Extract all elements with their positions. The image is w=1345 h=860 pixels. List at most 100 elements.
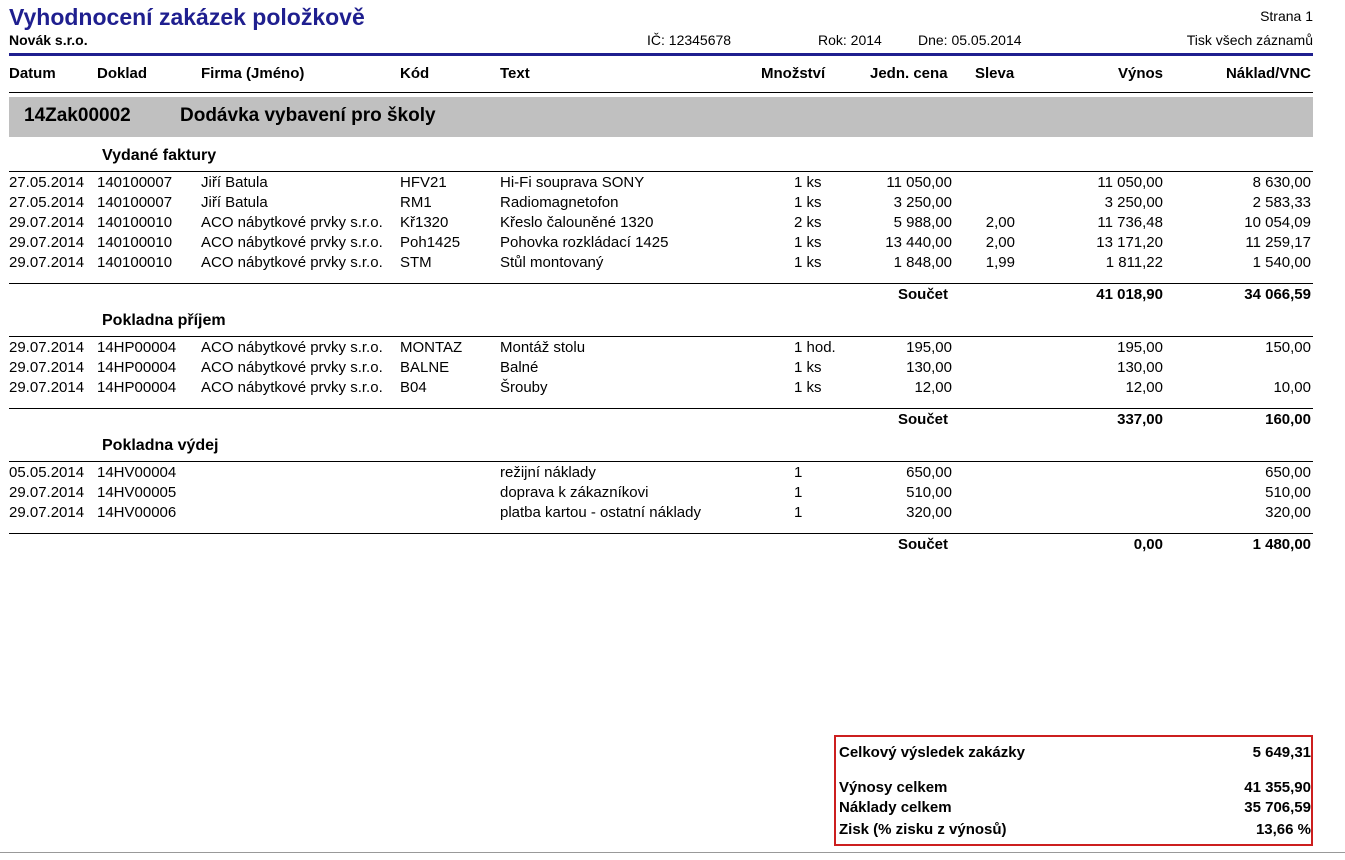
company-ic: IČ: 12345678 <box>647 32 732 48</box>
cell-kod: Poh1425 <box>400 234 461 251</box>
cell-mnozstvi: 1 <box>794 484 803 501</box>
cell-naklad: 150,00 <box>1265 339 1311 356</box>
cell-jedn-cena: 650,00 <box>906 464 952 481</box>
page-bottom-divider <box>0 852 1345 853</box>
cell-naklad: 650,00 <box>1265 464 1311 481</box>
cell-kod: STM <box>400 254 432 271</box>
cell-vynos: 12,00 <box>1125 379 1163 396</box>
page-number: Strana 1 <box>1260 8 1313 24</box>
cell-jedn-cena: 130,00 <box>906 359 952 376</box>
cell-firma: ACO nábytkové prvky s.r.o. <box>201 234 383 251</box>
report-year: Rok: 2014 <box>818 32 882 48</box>
col-firma: Firma (Jméno) <box>201 65 305 82</box>
cell-kod: HFV21 <box>400 174 447 191</box>
cell-datum: 29.07.2014 <box>9 484 85 501</box>
cell-text: Křeslo čalouněné 1320 <box>500 214 654 231</box>
col-jedn-cena: Jedn. cena <box>870 65 948 82</box>
cell-doklad: 14HP00004 <box>97 379 177 396</box>
cell-kod: RM1 <box>400 194 432 211</box>
cell-kod: BALNE <box>400 359 450 376</box>
summary-profit-value: 13,66 % <box>1255 821 1311 838</box>
cell-naklad: 8 630,00 <box>1252 174 1311 191</box>
col-kod: Kód <box>400 65 430 82</box>
cell-mnozstvi: 1 ks <box>794 379 822 396</box>
cell-jedn-cena: 11 050,00 <box>886 174 952 191</box>
section-title: Pokladna příjem <box>102 312 226 329</box>
summary-costs-label: Náklady celkem <box>839 799 952 816</box>
cell-kod: B04 <box>400 379 427 396</box>
col-text: Text <box>500 65 530 82</box>
section-bottom-divider <box>9 283 1313 284</box>
cell-datum: 27.05.2014 <box>9 174 85 191</box>
report-title: Vyhodnocení zakázek položkově <box>9 4 365 30</box>
header-divider <box>9 53 1313 56</box>
cell-firma: ACO nábytkové prvky s.r.o. <box>201 379 383 396</box>
cell-text: režijní náklady <box>500 464 596 481</box>
col-sleva: Sleva <box>975 65 1015 82</box>
cell-firma: ACO nábytkové prvky s.r.o. <box>201 254 383 271</box>
cell-jedn-cena: 510,00 <box>906 484 952 501</box>
section-top-divider <box>9 171 1313 172</box>
section-total-naklad: 1 480,00 <box>1252 536 1311 553</box>
cell-doklad: 14HP00004 <box>97 359 177 376</box>
cell-jedn-cena: 1 848,00 <box>893 254 952 271</box>
cell-mnozstvi: 1 ks <box>794 194 822 211</box>
report-date: Dne: 05.05.2014 <box>918 32 1022 48</box>
order-code: 14Zak00002 <box>24 105 131 126</box>
cell-vynos: 195,00 <box>1117 339 1163 356</box>
col-naklad: Náklad/VNC <box>1225 65 1311 82</box>
cell-vynos: 13 171,20 <box>1096 234 1163 251</box>
cell-naklad: 2 583,33 <box>1252 194 1311 211</box>
cell-text: Hi-Fi souprava SONY <box>500 174 645 191</box>
cell-mnozstvi: 1 hod. <box>794 339 836 356</box>
cell-firma: ACO nábytkové prvky s.r.o. <box>201 339 383 356</box>
cell-naklad: 10,00 <box>1273 379 1311 396</box>
cell-mnozstvi: 1 <box>794 504 803 521</box>
cell-text: Radiomagnetofon <box>500 194 619 211</box>
cell-doklad: 140100010 <box>97 254 173 271</box>
col-datum: Datum <box>9 65 56 82</box>
order-name: Dodávka vybavení pro školy <box>180 105 436 126</box>
cell-mnozstvi: 1 ks <box>794 254 822 271</box>
col-doklad: Doklad <box>97 65 148 82</box>
cell-vynos: 130,00 <box>1117 359 1163 376</box>
section-total-vynos: 0,00 <box>1133 536 1163 553</box>
section-bottom-divider <box>9 408 1313 409</box>
cell-mnozstvi: 1 ks <box>794 174 822 191</box>
section-top-divider <box>9 461 1313 462</box>
cell-text: platba kartou - ostatní náklady <box>500 504 701 521</box>
cell-kod: Kř1320 <box>400 214 449 231</box>
summary-revenue-label: Výnosy celkem <box>839 779 948 796</box>
col-vynos: Výnos <box>1117 65 1163 82</box>
cell-mnozstvi: 1 <box>794 464 803 481</box>
col-mnozstvi: Množství <box>761 65 826 82</box>
cell-doklad: 14HV00005 <box>97 484 177 501</box>
cell-vynos: 1 811,22 <box>1105 254 1163 271</box>
cell-text: Stůl montovaný <box>500 254 604 271</box>
cell-datum: 29.07.2014 <box>9 359 85 376</box>
cell-jedn-cena: 320,00 <box>906 504 952 521</box>
summary-revenue-value: 41 355,90 <box>1244 779 1311 796</box>
cell-doklad: 140100010 <box>97 214 173 231</box>
cell-jedn-cena: 3 250,00 <box>893 194 952 211</box>
cell-doklad: 14HV00006 <box>97 504 177 521</box>
cell-kod: MONTAZ <box>400 339 463 356</box>
cell-naklad: 10 054,09 <box>1244 214 1311 231</box>
cell-text: Montáž stolu <box>500 339 586 356</box>
section-title: Vydané faktury <box>102 147 217 164</box>
cell-firma: ACO nábytkové prvky s.r.o. <box>201 359 383 376</box>
cell-datum: 29.07.2014 <box>9 254 85 271</box>
cell-sleva: 1,99 <box>985 254 1015 271</box>
cell-doklad: 140100010 <box>97 234 173 251</box>
cell-datum: 29.07.2014 <box>9 504 85 521</box>
cell-naklad: 510,00 <box>1265 484 1311 501</box>
section-total-label: Součet <box>898 411 949 428</box>
section-top-divider <box>9 336 1313 337</box>
cell-doklad: 14HP00004 <box>97 339 177 356</box>
cell-naklad: 11 259,17 <box>1245 234 1311 251</box>
summary-result-value: 5 649,31 <box>1252 744 1311 761</box>
cell-jedn-cena: 12,00 <box>914 379 952 396</box>
section-title: Pokladna výdej <box>102 437 219 454</box>
cell-datum: 29.07.2014 <box>9 234 85 251</box>
cell-text: Šrouby <box>500 379 548 396</box>
